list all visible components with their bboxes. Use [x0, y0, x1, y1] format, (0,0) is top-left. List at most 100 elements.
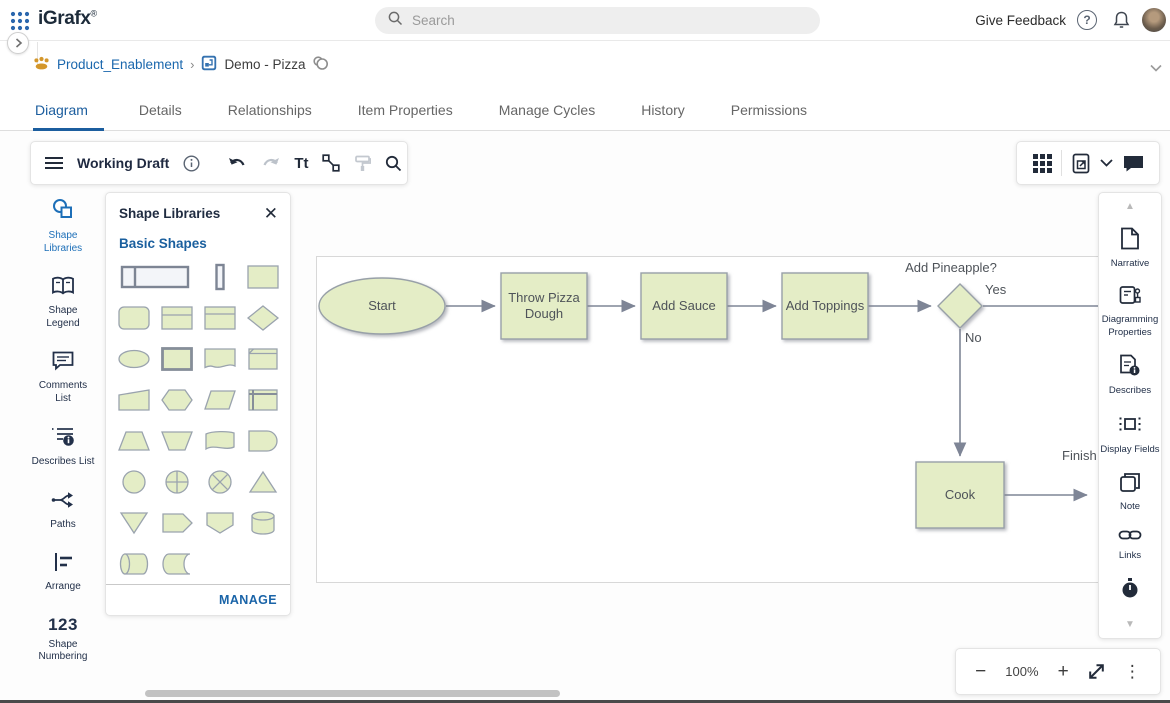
text-tool-icon[interactable]: Tt	[294, 155, 308, 172]
panel-item-timer[interactable]	[1120, 577, 1140, 604]
node-toppings-label: Add Toppings	[784, 273, 866, 339]
tab-history[interactable]: History	[618, 90, 708, 130]
search-icon	[388, 11, 403, 31]
shape-manual-operation[interactable]	[112, 384, 155, 415]
shape-summing-junction[interactable]	[198, 466, 241, 497]
shape-document[interactable]	[198, 343, 241, 374]
paths-icon	[51, 490, 75, 515]
connector-tool-icon[interactable]	[322, 154, 340, 172]
shape-multi-process[interactable]	[198, 302, 241, 333]
shape-horizontal-cylinder[interactable]	[112, 548, 155, 579]
expand-panel-button[interactable]	[7, 32, 29, 54]
redo-icon[interactable]	[261, 156, 280, 171]
tab-relationships[interactable]: Relationships	[205, 90, 335, 130]
shape-split-process[interactable]	[155, 302, 198, 333]
scroll-up-icon[interactable]: ▲	[1125, 201, 1135, 212]
shape-predefined-process[interactable]	[241, 384, 284, 415]
panel-item-diagramming-properties[interactable]: Diagramming Properties	[1099, 285, 1161, 339]
notifications-bell-icon[interactable]	[1112, 10, 1131, 35]
rail-item-shape-libraries[interactable]: Shape Libraries	[31, 197, 95, 255]
shape-or-junction[interactable]	[155, 466, 198, 497]
shape-ellipse[interactable]	[112, 343, 155, 374]
branch-yes-label: Yes	[985, 282, 1006, 297]
rail-item-paths[interactable]: Paths	[31, 490, 95, 532]
tab-diagram[interactable]: Diagram	[33, 90, 116, 130]
panel-item-narrative[interactable]: Narrative	[1099, 227, 1161, 270]
shape-inverted-triangle[interactable]	[112, 507, 155, 538]
shape-decision[interactable]	[241, 302, 284, 333]
shape-parallelogram[interactable]	[198, 384, 241, 415]
chevron-down-icon[interactable]	[1100, 159, 1113, 167]
panel-item-links[interactable]: Links	[1099, 528, 1161, 562]
zoom-in-button[interactable]: +	[1058, 662, 1069, 681]
more-options-kebab-icon[interactable]: ⋮	[1124, 662, 1141, 682]
shape-grid	[106, 255, 290, 579]
app-launcher-icon[interactable]	[9, 10, 31, 32]
manage-shapes-link[interactable]: MANAGE	[219, 593, 277, 607]
panel-item-display-fields[interactable]: Display Fields	[1099, 412, 1161, 456]
search-input[interactable]	[412, 13, 807, 28]
rail-item-arrange[interactable]: Arrange	[31, 552, 95, 594]
chevron-down-icon[interactable]	[1150, 59, 1162, 77]
breadcrumb-repository-link[interactable]: Product_Enablement	[57, 57, 183, 72]
shape-hexagon[interactable]	[155, 384, 198, 415]
shape-circle[interactable]	[112, 466, 155, 497]
info-icon[interactable]	[183, 155, 200, 172]
scroll-down-icon[interactable]: ▼	[1125, 619, 1135, 630]
fit-to-screen-icon[interactable]	[1088, 663, 1105, 680]
basic-shapes-section-label[interactable]: Basic Shapes	[106, 226, 290, 255]
horizontal-scrollbar[interactable]	[145, 690, 560, 697]
shape-lane[interactable]	[198, 261, 241, 292]
shape-stored-data[interactable]	[155, 548, 198, 579]
shape-inverted-trapezoid[interactable]	[155, 425, 198, 456]
shape-libraries-icon	[51, 197, 75, 226]
shape-off-page-right[interactable]	[155, 507, 198, 538]
undo-icon[interactable]	[228, 156, 247, 171]
help-icon[interactable]: ?	[1077, 10, 1097, 30]
breadcrumb-current-item: Demo - Pizza	[224, 57, 305, 72]
shape-card[interactable]	[241, 343, 284, 374]
format-painter-icon[interactable]	[354, 155, 371, 172]
shape-rectangle[interactable]	[241, 261, 284, 292]
give-feedback-link[interactable]: Give Feedback	[975, 13, 1066, 28]
tab-permissions[interactable]: Permissions	[708, 90, 830, 130]
shape-cylinder[interactable]	[241, 507, 284, 538]
node-decision-shape[interactable]	[938, 284, 982, 328]
diagram-toolbar: Working Draft Tt	[30, 141, 408, 185]
tab-item-properties[interactable]: Item Properties	[335, 90, 476, 130]
find-shape-icon[interactable]	[385, 155, 402, 172]
shape-pool[interactable]	[112, 261, 198, 292]
user-avatar[interactable]	[1142, 8, 1166, 32]
grid-view-icon[interactable]	[1033, 154, 1052, 173]
shape-libraries-panel: Shape Libraries ✕ Basic Shapes	[105, 192, 291, 616]
export-document-icon[interactable]	[1072, 153, 1091, 174]
zoom-out-button[interactable]: −	[975, 662, 986, 681]
divider	[1061, 150, 1062, 176]
describes-icon	[1119, 354, 1141, 382]
tab-manage-cycles[interactable]: Manage Cycles	[476, 90, 619, 130]
note-icon	[1119, 472, 1141, 498]
comment-bubble-icon[interactable]	[1123, 154, 1144, 173]
rail-item-shape-numbering[interactable]: 123 Shape Numbering	[31, 615, 95, 664]
tab-details[interactable]: Details	[116, 90, 205, 130]
shape-bordered-process[interactable]	[155, 343, 198, 374]
rail-item-comments-list[interactable]: Comments List	[31, 351, 95, 405]
shape-triangle[interactable]	[241, 466, 284, 497]
decision-question-label: Add Pineapple?	[886, 260, 1016, 276]
shape-rounded-rectangle[interactable]	[112, 302, 155, 333]
diagram-canvas[interactable]: Start Throw Pizza Dough Add Sauce Add To…	[316, 256, 1149, 583]
shape-display[interactable]	[198, 425, 241, 456]
panel-item-note[interactable]: Note	[1099, 472, 1161, 513]
close-icon[interactable]: ✕	[264, 205, 278, 222]
arrange-icon	[53, 552, 73, 577]
shape-off-page-down[interactable]	[198, 507, 241, 538]
rail-item-shape-legend[interactable]: Shape Legend	[31, 276, 95, 330]
panel-item-describes[interactable]: Describes	[1099, 354, 1161, 397]
global-search[interactable]	[375, 7, 820, 34]
watching-icon[interactable]	[312, 55, 329, 74]
version-label: Working Draft	[77, 155, 169, 171]
rail-item-describes-list[interactable]: Describes List	[31, 426, 95, 469]
shape-trapezoid[interactable]	[112, 425, 155, 456]
menu-hamburger-icon[interactable]	[45, 156, 63, 170]
shape-delay[interactable]	[241, 425, 284, 456]
